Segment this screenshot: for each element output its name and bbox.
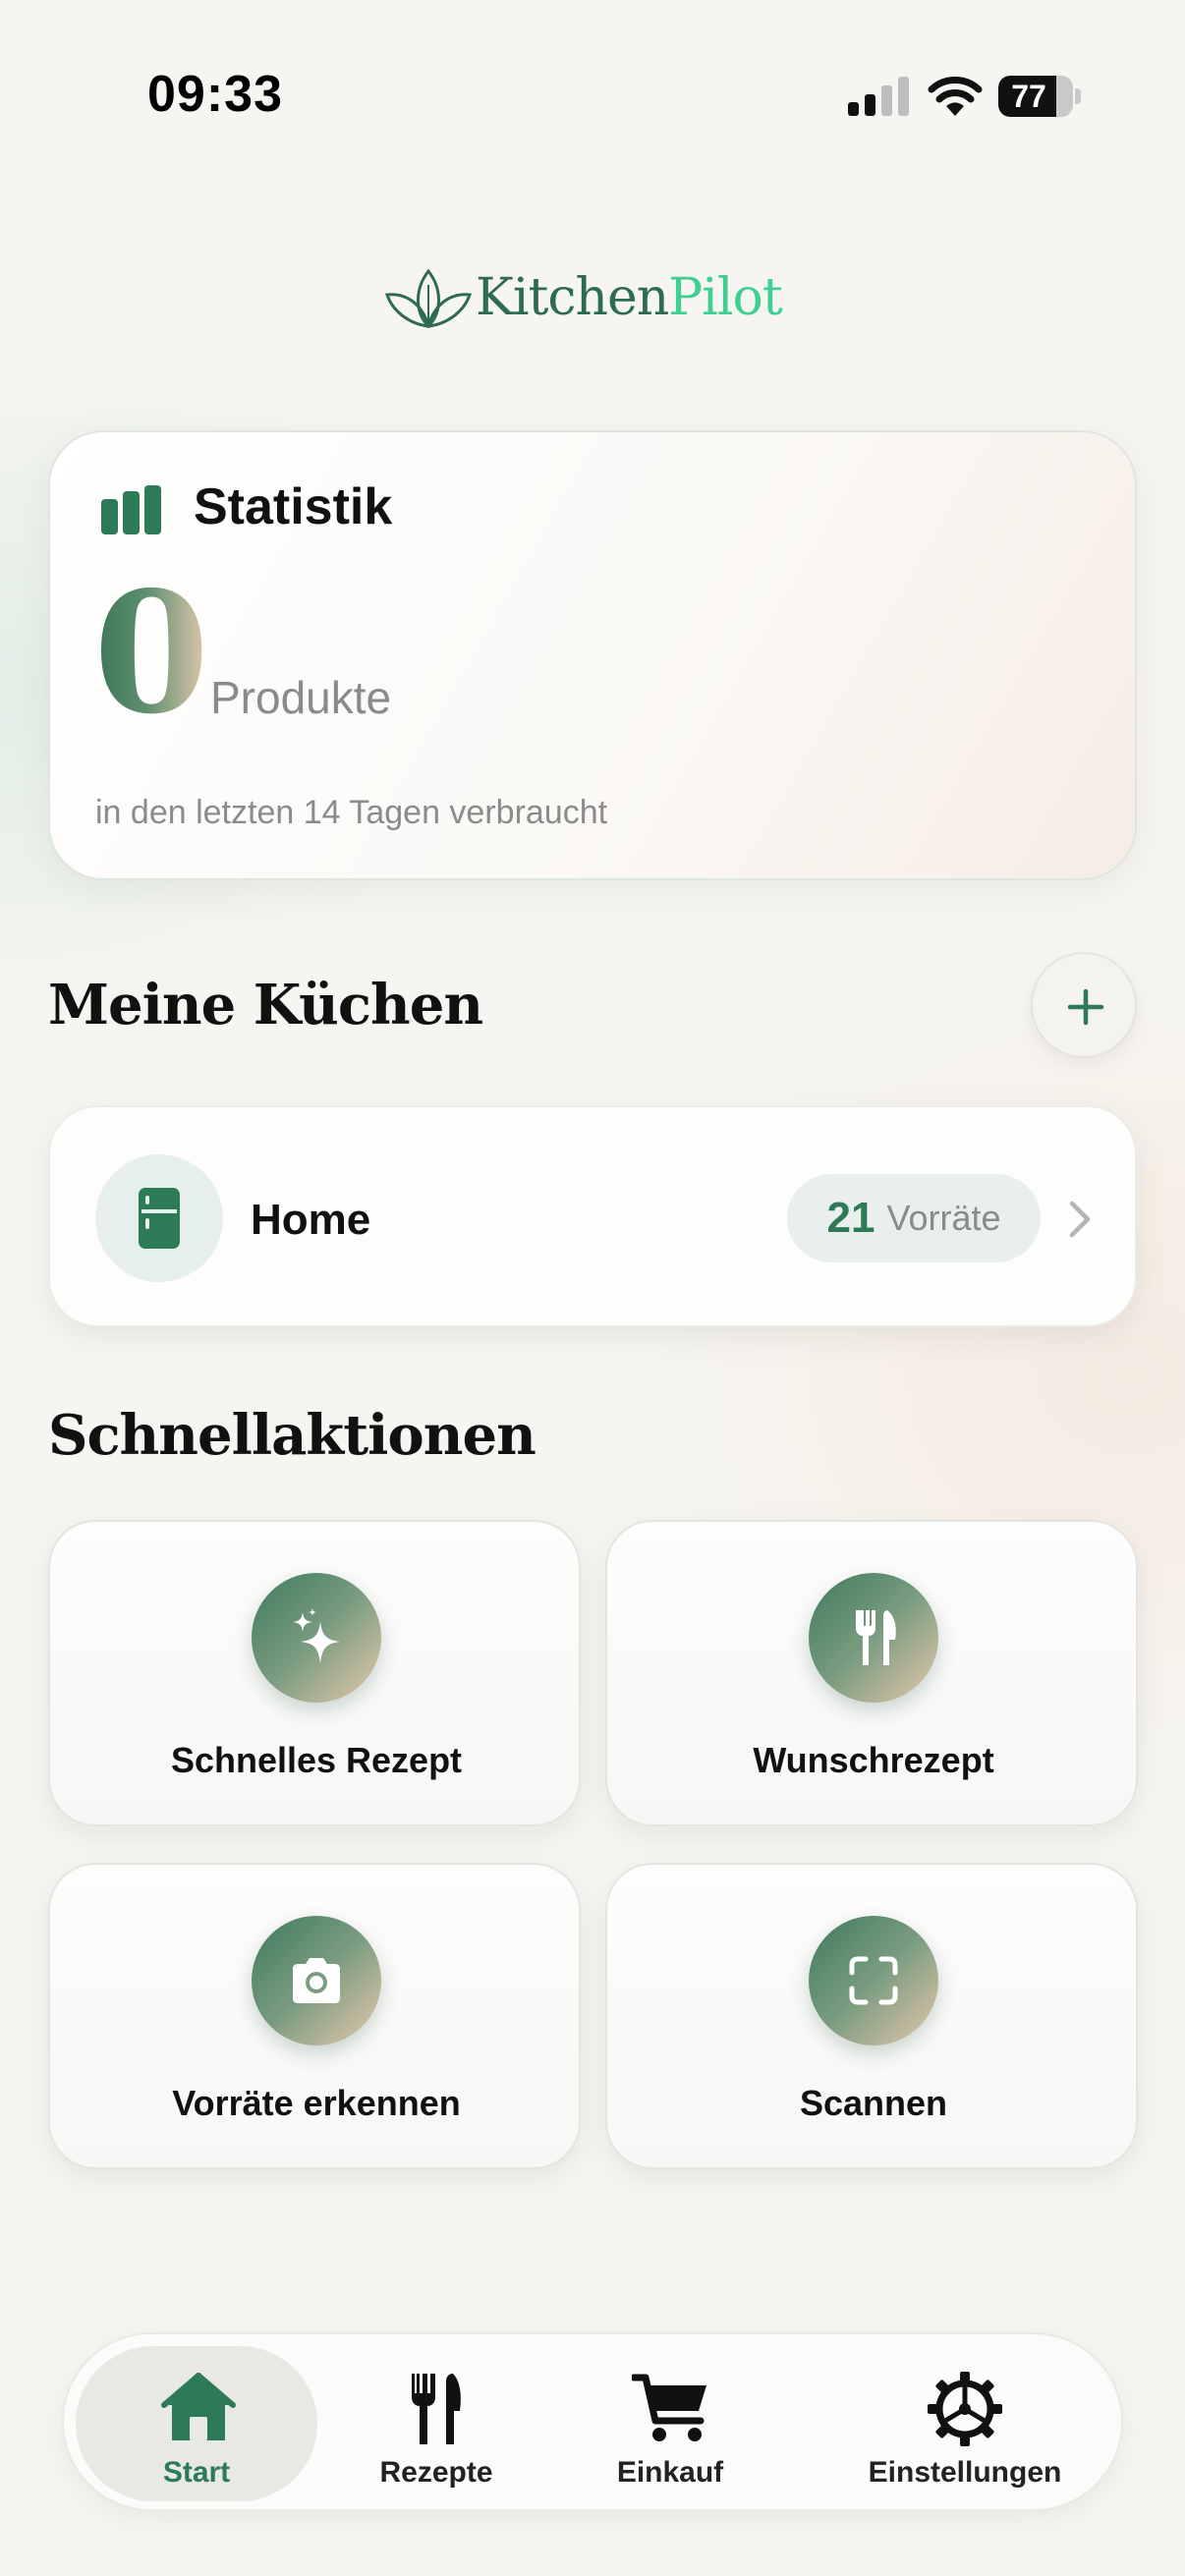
- statistics-caption: in den letzten 14 Tagen verbraucht: [95, 794, 608, 831]
- tab-label: Einstellungen: [868, 2456, 1062, 2489]
- tab-recipes[interactable]: Rezepte: [323, 2344, 549, 2501]
- statistics-value: 0: [93, 555, 210, 752]
- tab-settings[interactable]: Einstellungen: [822, 2344, 1107, 2501]
- logo-text-pilot: Pilot: [668, 268, 782, 327]
- scan-frame-icon: [849, 1956, 898, 2005]
- fork-knife-icon: [856, 1610, 896, 1665]
- quick-actions-section-title: Schnellaktionen: [48, 1403, 536, 1468]
- chevron-right-icon: [1069, 1201, 1091, 1238]
- tab-label: Rezepte: [379, 2456, 493, 2489]
- quick-recipe-button[interactable]: Schnelles Rezept: [48, 1520, 581, 1826]
- battery-level: 77: [1011, 79, 1046, 114]
- status-bar: 09:33 77: [0, 0, 1185, 187]
- kitchen-avatar: [95, 1154, 223, 1282]
- wish-recipe-button[interactable]: Wunschrezept: [605, 1520, 1138, 1826]
- plus-icon: [1067, 988, 1104, 1026]
- battery-icon: 77: [998, 76, 1081, 117]
- action-label: Wunschrezept: [753, 1740, 994, 1780]
- detect-supplies-button[interactable]: Vorräte erkennen: [48, 1863, 581, 2169]
- sparkles-icon: [293, 1608, 340, 1663]
- stock-count: 21: [826, 1194, 875, 1242]
- action-label: Schnelles Rezept: [170, 1740, 463, 1780]
- cart-icon: [632, 2374, 706, 2441]
- action-label: Scannen: [799, 2083, 948, 2123]
- kitchens-section-title: Meine Küchen: [48, 973, 483, 1037]
- stock-badge: 21 Vorräte: [787, 1174, 1041, 1262]
- fork-knife-icon: [412, 2374, 461, 2444]
- camera-icon: [293, 1958, 340, 2003]
- leaf-logo-icon: [385, 268, 472, 329]
- add-kitchen-button[interactable]: [1031, 952, 1137, 1058]
- statistics-unit: Produkte: [210, 672, 392, 723]
- tab-shopping[interactable]: Einkauf: [557, 2344, 783, 2501]
- wifi-icon: [928, 77, 983, 116]
- app-logo: KitchenPilot: [385, 263, 783, 332]
- stock-label: Vorräte: [886, 1198, 1001, 1238]
- statistics-title: Statistik: [194, 478, 393, 535]
- status-time: 09:33: [147, 66, 283, 123]
- action-icon-circle: [809, 1916, 938, 2045]
- kitchen-name: Home: [251, 1196, 371, 1244]
- tab-bar: Start Rezepte Einkauf Einstellungen: [62, 2332, 1123, 2511]
- action-icon-circle: [252, 1573, 381, 1703]
- kitchen-card-home[interactable]: Home 21 Vorräte: [48, 1105, 1137, 1327]
- signal-icon: [848, 77, 909, 116]
- gear-icon: [928, 2372, 1002, 2446]
- fridge-icon: [139, 1188, 180, 1249]
- tab-start[interactable]: Start: [76, 2344, 317, 2501]
- tab-label: Start: [162, 2456, 231, 2489]
- scan-button[interactable]: Scannen: [605, 1863, 1138, 2169]
- tab-label: Einkauf: [616, 2456, 724, 2489]
- action-label: Vorräte erkennen: [172, 2083, 461, 2123]
- logo-text-kitchen: Kitchen: [476, 268, 669, 327]
- home-icon: [161, 2373, 236, 2440]
- statistics-card[interactable]: Statistik 0 Produkte in den letzten 14 T…: [48, 430, 1137, 880]
- action-icon-circle: [809, 1573, 938, 1703]
- bar-chart-icon: [101, 485, 161, 534]
- action-icon-circle: [252, 1916, 381, 2045]
